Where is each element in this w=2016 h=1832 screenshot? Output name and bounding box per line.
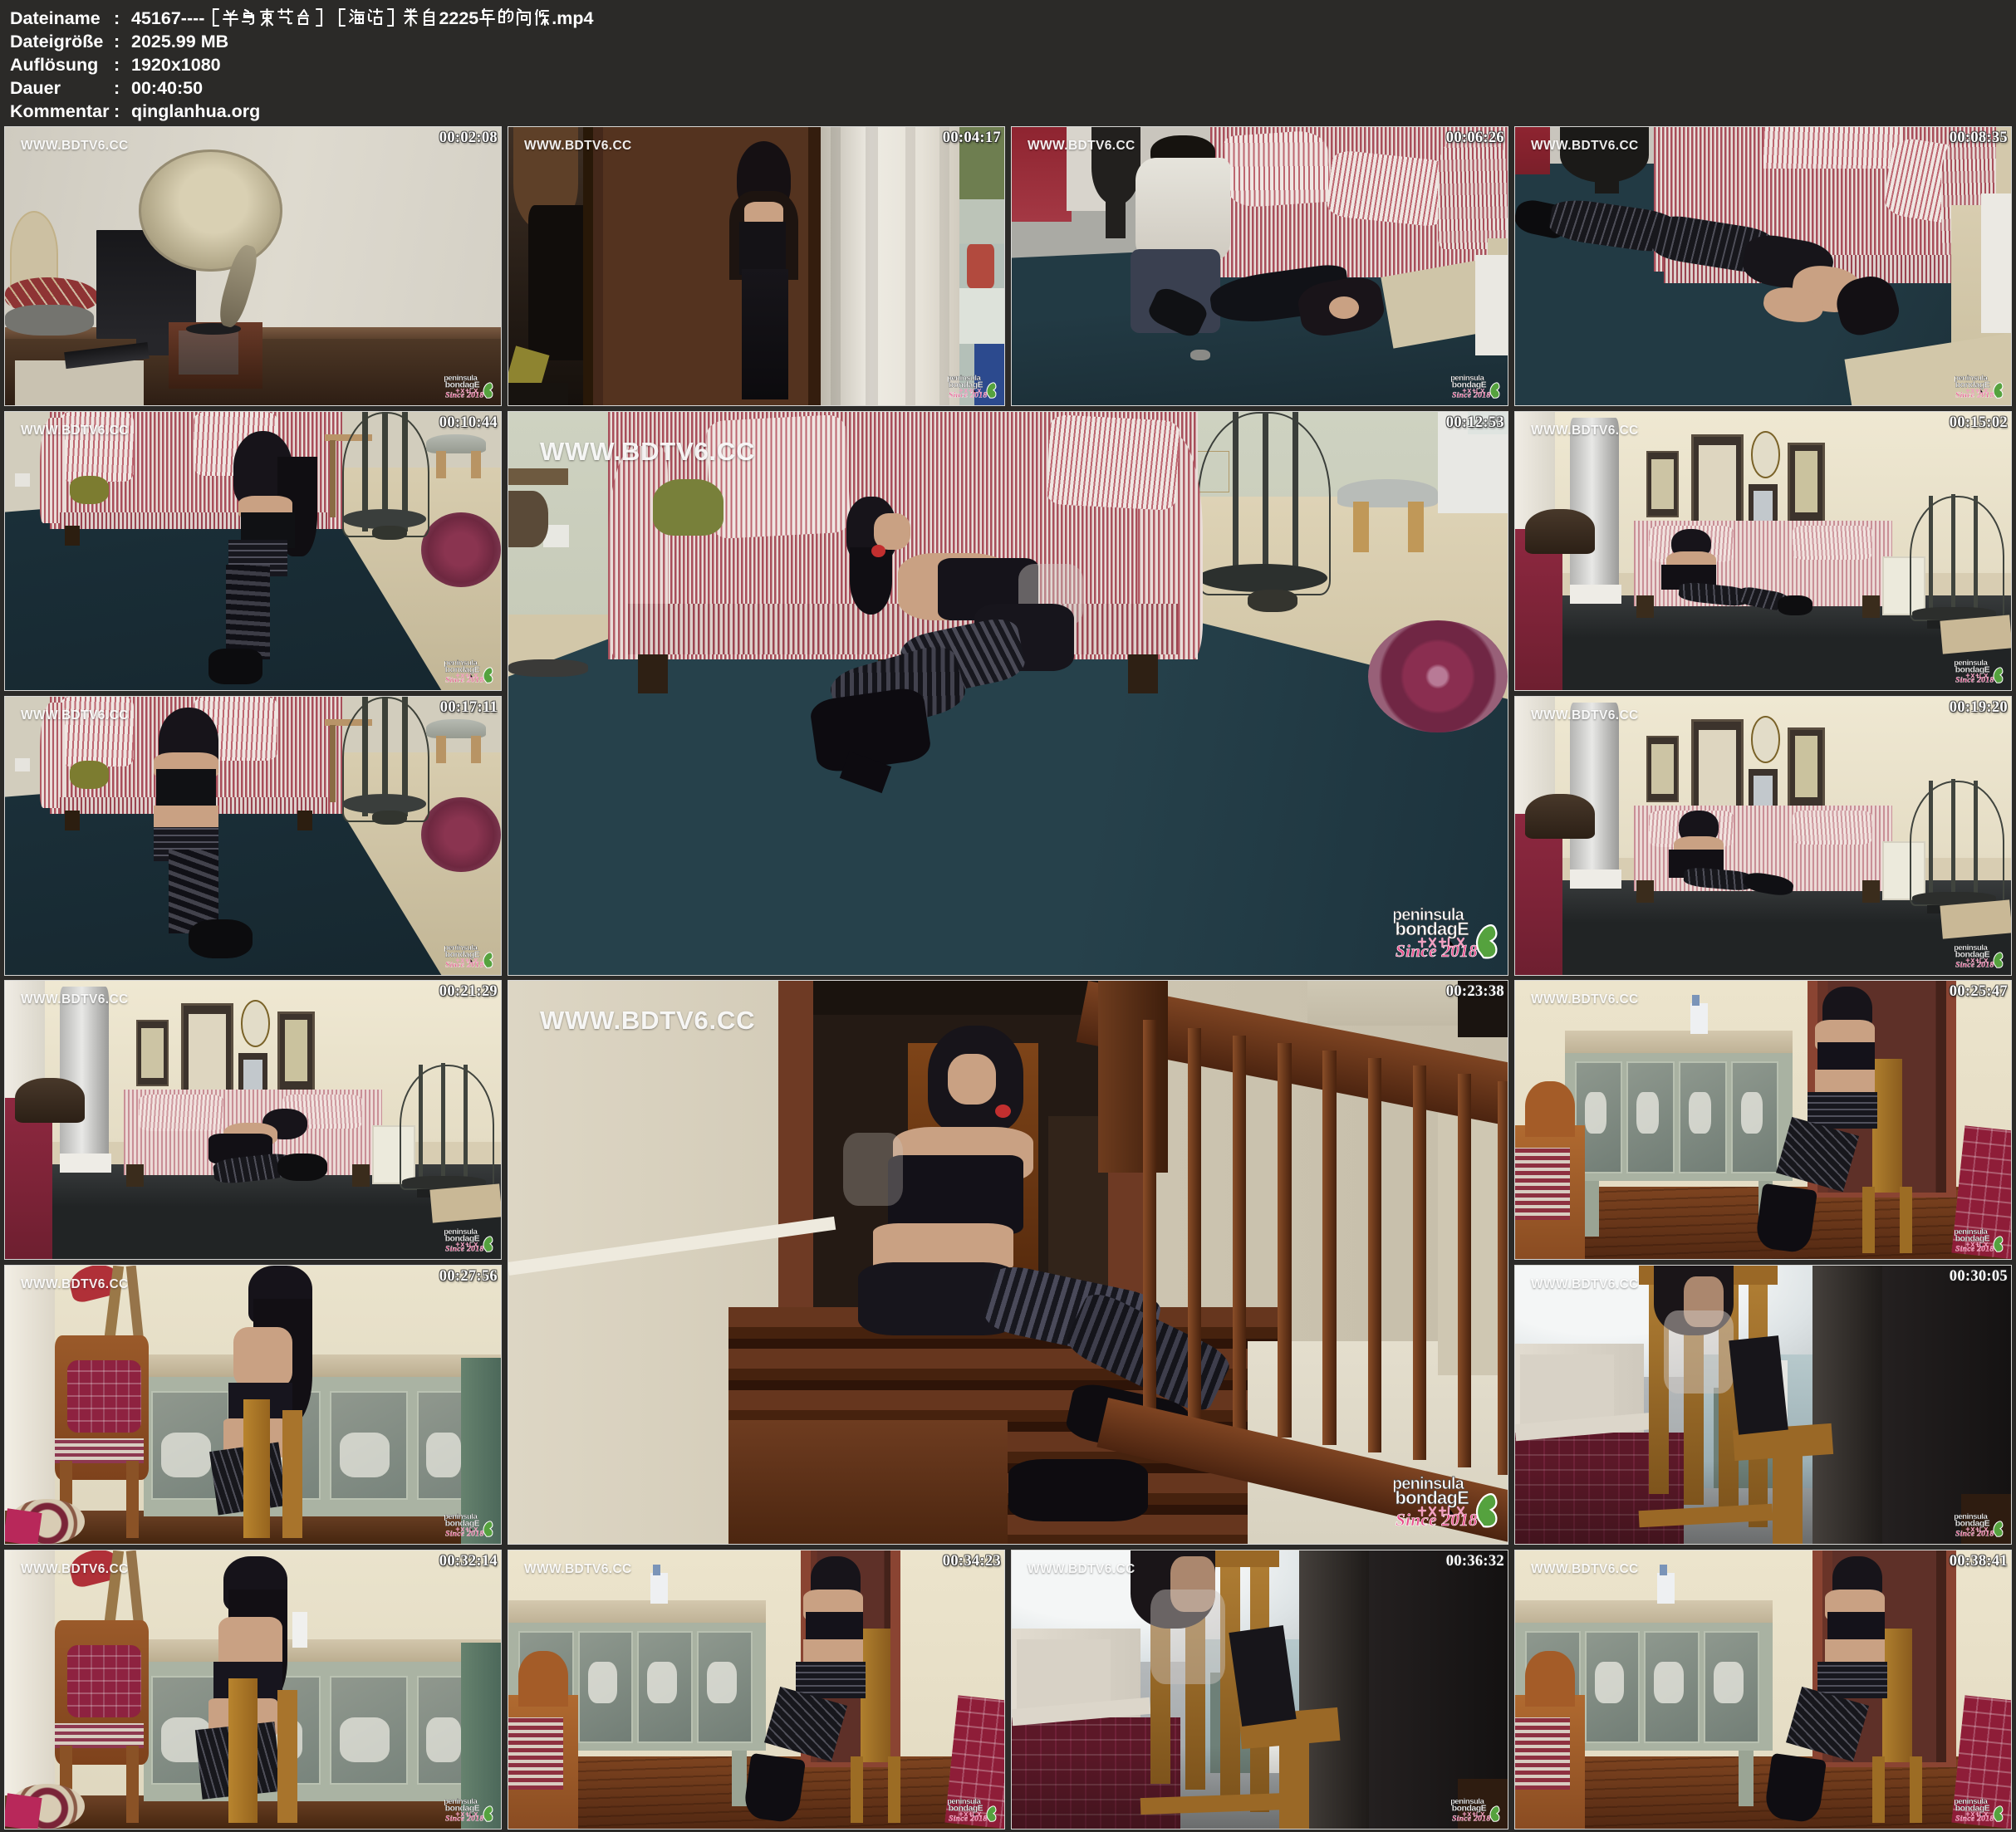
svg-text:Since 2018: Since 2018: [1452, 1815, 1491, 1823]
svg-text:Since 2018: Since 2018: [445, 1815, 484, 1823]
svg-text:Since 2018: Since 2018: [1955, 961, 1994, 969]
svg-text:Since 2018: Since 2018: [445, 391, 484, 399]
svg-text:bondagE: bondagE: [445, 665, 480, 674]
svg-text:Since 2018: Since 2018: [1396, 941, 1478, 961]
svg-text:Since 2018: Since 2018: [445, 1245, 484, 1253]
svg-text:Since 2018: Since 2018: [445, 676, 484, 684]
svg-text:bondagE: bondagE: [445, 1234, 480, 1243]
svg-text:Since 2018: Since 2018: [1452, 391, 1491, 399]
svg-text:bondagE: bondagE: [445, 1804, 480, 1813]
svg-text:bondagE: bondagE: [445, 380, 480, 389]
svg-text:Since 2018: Since 2018: [1396, 1510, 1478, 1530]
svg-text:bondagE: bondagE: [445, 1519, 480, 1528]
svg-text:bondagE: bondagE: [1452, 1804, 1487, 1813]
svg-text:Since 2018: Since 2018: [1955, 676, 1994, 684]
svg-text:Since 2018: Since 2018: [445, 961, 484, 969]
svg-text:bondagE: bondagE: [1452, 380, 1487, 389]
svg-text:Since 2018: Since 2018: [1955, 1245, 1994, 1253]
svg-text:Since 2018: Since 2018: [445, 1530, 484, 1538]
svg-text:bondagE: bondagE: [1395, 1487, 1469, 1508]
svg-text:Since 2018: Since 2018: [1955, 1815, 1994, 1823]
svg-text:Since 2018: Since 2018: [1955, 1530, 1994, 1538]
svg-text:bondagE: bondagE: [949, 380, 983, 389]
svg-text:Since 2018: Since 2018: [1955, 391, 1994, 399]
svg-text:bondagE: bondagE: [949, 1804, 983, 1813]
svg-text:bondagE: bondagE: [1955, 1519, 1990, 1528]
svg-text:Since 2018: Since 2018: [949, 391, 988, 399]
svg-text:bondagE: bondagE: [445, 950, 480, 959]
svg-text:Since 2018: Since 2018: [949, 1815, 988, 1823]
svg-text:bondagE: bondagE: [1955, 950, 1990, 959]
svg-text:bondagE: bondagE: [1955, 1234, 1990, 1243]
svg-text:bondagE: bondagE: [1395, 918, 1469, 939]
svg-text:bondagE: bondagE: [1955, 1804, 1990, 1813]
svg-text:bondagE: bondagE: [1955, 665, 1990, 674]
svg-text:bondagE: bondagE: [1955, 380, 1990, 389]
